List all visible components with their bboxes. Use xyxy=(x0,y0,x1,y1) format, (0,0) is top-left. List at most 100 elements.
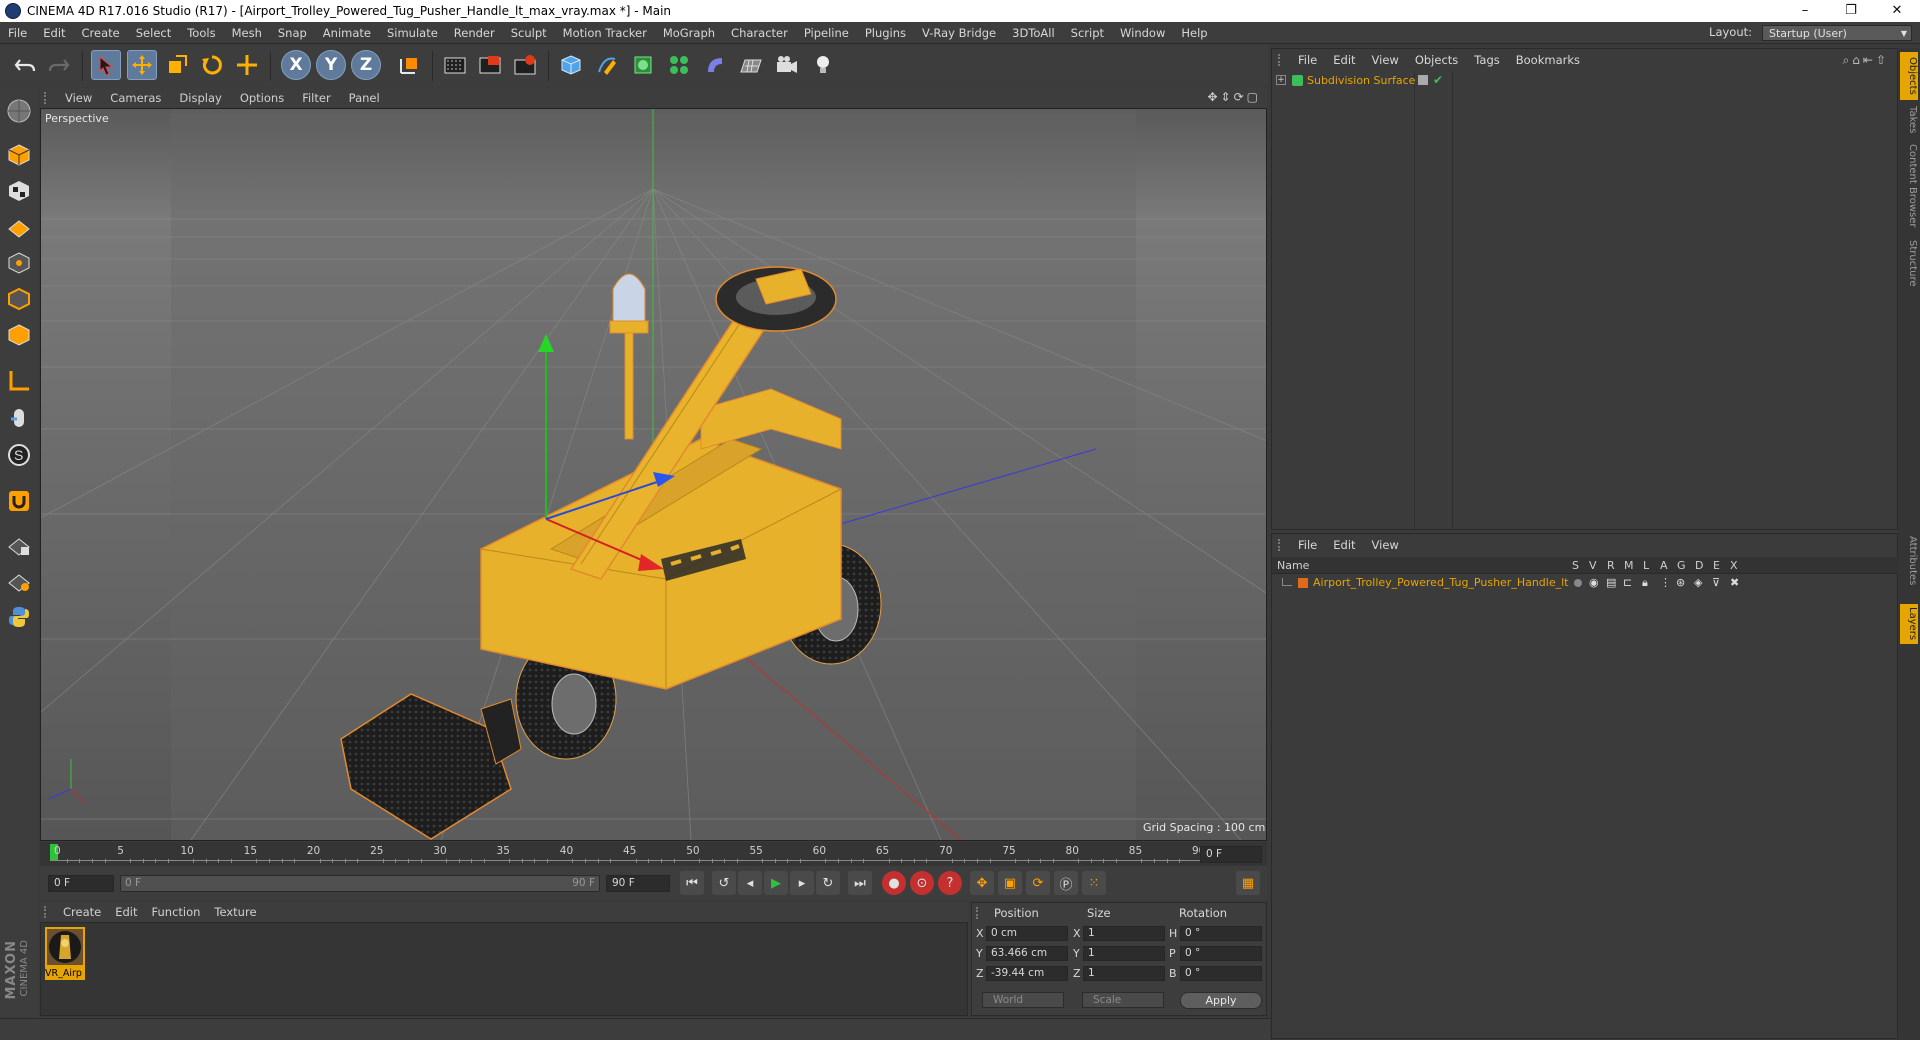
menu-file[interactable]: File xyxy=(0,26,35,40)
undo-icon[interactable] xyxy=(10,50,40,80)
xref-icon[interactable]: ✖ xyxy=(1730,576,1739,589)
col-m[interactable]: M xyxy=(1624,559,1634,572)
apply-button[interactable]: Apply xyxy=(1180,992,1262,1009)
pen-spline-icon[interactable] xyxy=(592,50,622,80)
python-icon[interactable] xyxy=(4,602,34,632)
menu-script[interactable]: Script xyxy=(1063,26,1112,40)
col-d[interactable]: D xyxy=(1695,559,1703,572)
mat-menu-function[interactable]: Function xyxy=(145,905,208,919)
cloner-icon[interactable] xyxy=(664,50,694,80)
x-axis-icon[interactable]: X xyxy=(281,50,311,80)
tweak-mode-icon[interactable] xyxy=(4,404,34,434)
timeline-ruler[interactable]: 0 5 10 15 20 25 30 35 40 45 50 55 60 65 70 75 80 85 90 0 F xyxy=(40,842,1267,866)
rotate-icon[interactable] xyxy=(197,50,227,80)
tab-objects[interactable]: Objects xyxy=(1900,52,1918,100)
y-axis-icon[interactable]: Y xyxy=(316,50,346,80)
planar-workplane-icon[interactable] xyxy=(4,566,34,596)
key-scale-icon[interactable]: ▣ xyxy=(998,871,1022,895)
vp-menu-view[interactable]: View xyxy=(56,91,101,105)
solo-icon[interactable] xyxy=(1574,579,1582,587)
scale-icon[interactable] xyxy=(162,50,192,80)
locked-workplane-icon[interactable] xyxy=(4,530,34,560)
play-icon[interactable]: ▶ xyxy=(764,871,788,895)
object-row-subdivision[interactable]: + Subdivision Surface ✔ xyxy=(1272,73,1899,90)
record-keys-icon[interactable]: ● xyxy=(882,871,906,895)
material-name[interactable]: VR_Airp xyxy=(45,967,85,980)
layer-menu-view[interactable]: View xyxy=(1364,538,1407,552)
timeline-window-icon[interactable]: ▦ xyxy=(1236,871,1260,895)
menu-simulate[interactable]: Simulate xyxy=(379,26,446,40)
col-r[interactable]: R xyxy=(1607,559,1615,572)
menu-render[interactable]: Render xyxy=(446,26,503,40)
size-z-field[interactable]: 1 xyxy=(1083,966,1165,981)
menu-vray-bridge[interactable]: V-Ray Bridge xyxy=(914,26,1004,40)
col-name[interactable]: Name xyxy=(1277,559,1309,572)
viewport-nav-icons[interactable]: ✥⇕⟳▢ xyxy=(1207,90,1261,104)
view-eye-icon[interactable]: ◉ xyxy=(1589,576,1599,589)
menu-help[interactable]: Help xyxy=(1173,26,1215,40)
obj-menu-tags[interactable]: Tags xyxy=(1466,53,1507,67)
mat-menu-edit[interactable]: Edit xyxy=(108,905,144,919)
perspective-viewport[interactable]: Perspective Grid Spacing : 100 cm xyxy=(40,108,1267,841)
sphere-mode-icon[interactable] xyxy=(4,96,34,126)
menu-3dtoall[interactable]: 3DToAll xyxy=(1004,26,1063,40)
step-forward-icon[interactable]: ▸ xyxy=(790,871,814,895)
obj-menu-bookmarks[interactable]: Bookmarks xyxy=(1508,53,1588,67)
go-to-start-icon[interactable]: ⏮ xyxy=(680,871,704,895)
layer-menu-file[interactable]: File xyxy=(1290,538,1325,552)
tab-content-browser[interactable]: Content Browser xyxy=(1900,144,1918,234)
obj-menu-file[interactable]: File xyxy=(1290,53,1325,67)
edges-mode-icon[interactable] xyxy=(4,284,34,314)
transform-mode-select[interactable]: Scale xyxy=(1082,992,1164,1008)
step-back-icon[interactable]: ◂ xyxy=(738,871,762,895)
menu-mesh[interactable]: Mesh xyxy=(224,26,270,40)
go-to-end-icon[interactable]: ⏭ xyxy=(848,871,872,895)
tab-structure[interactable]: Structure xyxy=(1900,240,1918,296)
render-icon[interactable]: ▤ xyxy=(1606,576,1616,589)
menu-window[interactable]: Window xyxy=(1112,26,1173,40)
maximize-button[interactable]: ❐ xyxy=(1828,0,1874,22)
deformers-icon[interactable]: ◈ xyxy=(1694,576,1702,589)
texture-mode-icon[interactable] xyxy=(4,176,34,206)
camera-icon[interactable] xyxy=(772,50,802,80)
points-mode-icon[interactable] xyxy=(4,248,34,278)
vp-menu-panel[interactable]: Panel xyxy=(340,91,389,105)
axis-mode-icon[interactable] xyxy=(4,366,34,396)
menu-mograph[interactable]: MoGraph xyxy=(655,26,723,40)
obj-menu-edit[interactable]: Edit xyxy=(1325,53,1363,67)
rot-h-field[interactable]: 0 ° xyxy=(1180,926,1262,941)
menu-pipeline[interactable]: Pipeline xyxy=(796,26,857,40)
lock-icon[interactable]: 🔒︎ xyxy=(1642,576,1648,590)
close-button[interactable]: ✕ xyxy=(1874,0,1920,22)
pos-z-field[interactable]: -39.44 cm xyxy=(986,966,1068,981)
col-a[interactable]: A xyxy=(1660,559,1668,572)
expand-icon[interactable]: + xyxy=(1276,75,1286,85)
polygons-mode-icon[interactable] xyxy=(4,320,34,350)
end-frame-field[interactable]: 90 F xyxy=(606,875,670,892)
material-swatch[interactable] xyxy=(45,927,85,967)
render-picture-viewer-icon[interactable] xyxy=(475,50,505,80)
key-pla-icon[interactable]: ⁙ xyxy=(1082,871,1106,895)
col-l[interactable]: L xyxy=(1643,559,1649,572)
light-icon[interactable] xyxy=(808,50,838,80)
go-to-prev-key-icon[interactable]: ↺ xyxy=(712,871,736,895)
vp-menu-display[interactable]: Display xyxy=(170,91,230,105)
keyframe-selection-icon[interactable]: ? xyxy=(938,871,962,895)
redo-icon[interactable] xyxy=(44,50,74,80)
live-select-icon[interactable] xyxy=(232,50,262,80)
minimize-button[interactable]: – xyxy=(1782,0,1828,22)
enabled-check-icon[interactable]: ✔ xyxy=(1433,73,1443,87)
generators-icon[interactable]: ⊛ xyxy=(1676,576,1685,589)
mat-menu-texture[interactable]: Texture xyxy=(207,905,263,919)
vp-menu-options[interactable]: Options xyxy=(231,91,293,105)
rot-b-field[interactable]: 0 ° xyxy=(1180,966,1262,981)
key-rotation-icon[interactable]: ⟳ xyxy=(1026,871,1050,895)
render-view-icon[interactable] xyxy=(440,50,470,80)
layer-row[interactable]: Airport_Trolley_Powered_Tug_Pusher_Handl… xyxy=(1272,575,1899,592)
expressions-icon[interactable]: ⊽ xyxy=(1712,576,1720,589)
floor-icon[interactable] xyxy=(736,50,766,80)
current-frame-field[interactable]: 0 F xyxy=(1200,846,1262,863)
pos-x-field[interactable]: 0 cm xyxy=(986,926,1068,941)
world-coordinates-icon[interactable] xyxy=(394,50,424,80)
object-name[interactable]: Subdivision Surface xyxy=(1307,74,1415,87)
